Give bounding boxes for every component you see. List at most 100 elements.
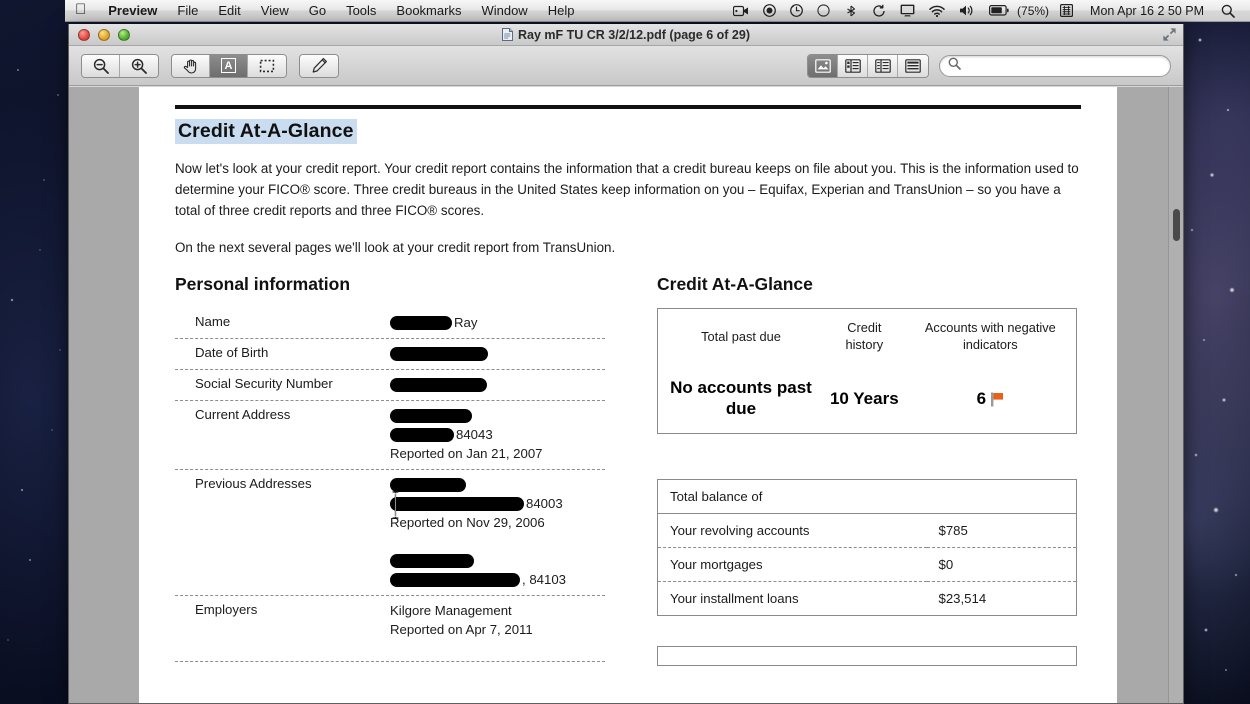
personal-info-value-line	[390, 406, 605, 425]
personal-info-label: Previous Addresses	[195, 476, 312, 491]
annotate-pen-button[interactable]	[300, 54, 338, 77]
thumbnails-view-button[interactable]	[838, 54, 868, 77]
zoom-out-button[interactable]	[82, 54, 120, 77]
redaction-bar	[390, 572, 520, 587]
personal-info-row: Date of Birth	[175, 339, 605, 370]
bluetooth-mouse-icon[interactable]	[837, 5, 865, 17]
menu-item-edit[interactable]: Edit	[208, 0, 250, 22]
personal-info-text: , 84103	[522, 572, 566, 587]
volume-icon[interactable]	[952, 4, 982, 17]
menu-item-bookmarks[interactable]: Bookmarks	[386, 0, 471, 22]
menu-item-go[interactable]: Go	[299, 0, 336, 22]
personal-info-text: Reported on Nov 29, 2006	[390, 515, 545, 530]
personal-info-row: Previous Addresses 84003 Reported on Nov …	[175, 470, 605, 596]
search-input[interactable]	[966, 58, 1162, 73]
personal-info-text: Reported on Apr 7, 2011	[390, 622, 533, 637]
table-of-contents-view-button[interactable]	[868, 54, 898, 77]
personal-info-text: Reported on Jan 21, 2007	[390, 446, 543, 461]
negative-indicator-count: 6	[976, 388, 987, 408]
text-tool-label: A	[221, 58, 236, 73]
menu-item-view[interactable]: View	[251, 0, 299, 22]
time-machine-icon[interactable]	[783, 4, 810, 17]
redaction-bar	[390, 427, 454, 442]
menu-bar-status-area: (75%) Mon Apr 16 2 50 PM	[726, 4, 1250, 18]
total-balance-table: Total balance of Your revolving accounts…	[657, 479, 1077, 616]
personal-info-text: Ray	[454, 315, 478, 330]
hand-tool-button[interactable]	[172, 54, 210, 77]
personal-info-value	[390, 344, 605, 363]
personal-info-value: Ray	[390, 313, 605, 332]
personal-info-text: Kilgore Management	[390, 603, 512, 618]
personal-info-value-line: Reported on Apr 7, 2011	[390, 620, 605, 639]
tool-mode-group: A	[171, 53, 287, 78]
personal-info-row: Name Ray	[175, 308, 605, 339]
search-field[interactable]	[939, 54, 1171, 77]
value-total-past-due: No accounts past due	[670, 378, 812, 418]
scrollbar-thumb[interactable]	[1173, 209, 1180, 241]
contact-sheet-view-button[interactable]	[898, 54, 928, 77]
document-scroll-area[interactable]: Credit At-A-Glance Now let's look at you…	[69, 87, 1183, 703]
view-mode-group	[807, 53, 929, 78]
display-icon[interactable]	[893, 4, 922, 17]
personal-info-row: Current Address 84043 Reported on Jan 21, …	[175, 401, 605, 470]
label-revolving-accounts: Your revolving accounts	[657, 513, 927, 548]
personal-info-value-line	[390, 375, 605, 394]
menu-item-window[interactable]: Window	[471, 0, 537, 22]
text-ibeam-cursor	[392, 491, 399, 519]
intro-paragraph-1: Now let's look at your credit report. Yo…	[175, 161, 1079, 218]
circle-icon[interactable]	[810, 4, 837, 17]
personal-info-value-line: Kilgore Management	[390, 601, 605, 620]
table-value-row: No accounts past due 10 Years 6	[658, 363, 1077, 434]
sync-icon[interactable]	[865, 4, 893, 18]
battery-percentage: (75%)	[1017, 3, 1050, 18]
redaction-bar	[390, 553, 474, 568]
menu-item-help[interactable]: Help	[538, 0, 585, 22]
macos-menu-bar:  Preview File Edit View Go Tools Bookma…	[65, 0, 1250, 22]
menu-item-tools[interactable]: Tools	[336, 0, 386, 22]
rectangular-select-tool-button[interactable]	[248, 54, 286, 77]
spotlight-search-icon[interactable]	[1214, 4, 1242, 18]
calendar-icon[interactable]	[1053, 4, 1080, 17]
table-row	[658, 647, 1077, 666]
wifi-icon[interactable]	[922, 5, 952, 17]
personal-info-value: 84003 Reported on Nov 29, 2006 , 84103	[390, 475, 605, 589]
redaction-bar	[390, 496, 524, 511]
personal-info-text: 84003	[526, 496, 563, 511]
window-titlebar[interactable]: Ray mF TU CR 3/2/12.pdf (page 6 of 29)	[69, 24, 1183, 46]
record-icon[interactable]	[756, 4, 783, 17]
redaction-bar	[390, 315, 452, 330]
personal-info-value-line	[390, 532, 605, 551]
menu-item-preview[interactable]: Preview	[98, 0, 167, 22]
personal-info-label: Date of Birth	[195, 345, 269, 360]
preview-window: Ray mF TU CR 3/2/12.pdf (page 6 of 29) A	[68, 24, 1184, 704]
vertical-scrollbar[interactable]	[1168, 87, 1183, 703]
fullscreen-icon[interactable]	[1162, 27, 1177, 42]
zoom-in-button[interactable]	[120, 54, 158, 77]
personal-info-row: Social Security Number	[175, 370, 605, 401]
battery-icon[interactable]	[982, 5, 1016, 16]
personal-information-list: Name Ray Date of Birth Social Security Numb…	[175, 308, 605, 645]
personal-info-value-line	[390, 475, 605, 494]
table-header-row: Total past due Credit history Accounts w…	[658, 309, 1077, 364]
apple-logo-icon[interactable]: 	[65, 2, 98, 19]
personal-info-row: Employers Kilgore Management Reported on A…	[175, 596, 605, 645]
value-installment-loans: $23,514	[938, 591, 987, 606]
value-negative-indicators: 6	[905, 363, 1077, 434]
redaction-bar	[390, 377, 487, 392]
screen-recording-icon[interactable]	[726, 5, 756, 17]
menu-item-file[interactable]: File	[167, 0, 208, 22]
personal-info-value: Kilgore Management Reported on Apr 7, 201…	[390, 601, 605, 639]
value-mortgages: $0	[926, 547, 1077, 582]
personal-info-label: Current Address	[195, 407, 291, 422]
menu-bar-clock[interactable]: Mon Apr 16 2 50 PM	[1080, 4, 1214, 18]
zoom-button-group	[81, 53, 159, 78]
redaction-bar	[390, 477, 466, 492]
personal-info-value	[390, 375, 605, 394]
text-select-tool-button[interactable]: A	[210, 54, 248, 77]
content-only-view-button[interactable]	[808, 54, 838, 77]
personal-info-text: 84043	[456, 427, 493, 442]
label-installment-loans: Your installment loans	[670, 591, 799, 606]
header-credit-history: Credit history	[845, 320, 884, 352]
pdf-page: Credit At-A-Glance Now let's look at you…	[139, 87, 1117, 703]
personal-information-heading: Personal information	[175, 274, 351, 294]
